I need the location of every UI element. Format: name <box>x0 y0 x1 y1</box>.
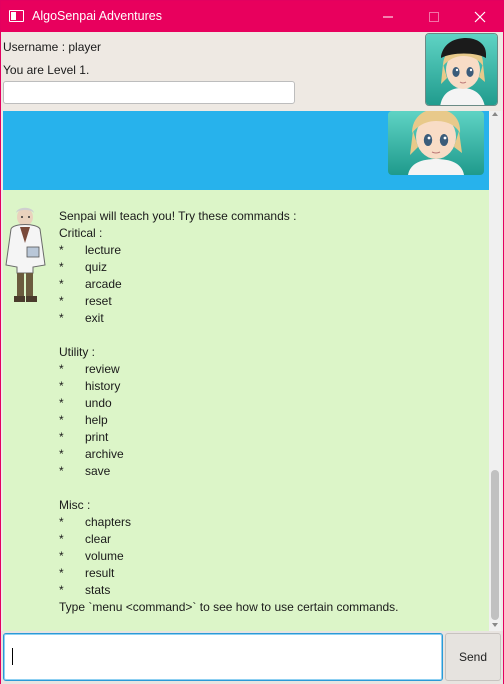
app-window: AlgoSenpai Adventures Username : player … <box>0 0 504 684</box>
command-list-item: * save <box>59 463 479 480</box>
bullet-marker: * <box>59 566 64 580</box>
section-heading: Misc : <box>59 498 91 512</box>
scroll-up-icon[interactable] <box>492 112 498 116</box>
chat-scroll-pane[interactable]: Senpai will teach you! Try these command… <box>3 111 501 631</box>
command-name: chapters <box>85 515 132 529</box>
command-name: volume <box>85 549 124 563</box>
bullet-marker: * <box>59 413 64 427</box>
maximize-button[interactable] <box>411 1 457 32</box>
user-message-avatar <box>388 111 484 175</box>
window-title: AlgoSenpai Adventures <box>32 9 162 23</box>
command-name: print <box>85 430 109 444</box>
command-name: undo <box>85 396 112 410</box>
close-icon <box>474 11 486 23</box>
command-list-item: * exit <box>59 310 479 327</box>
bullet-marker: * <box>59 379 64 393</box>
command-list-item: * quiz <box>59 259 479 276</box>
command-name: clear <box>85 532 112 546</box>
bullet-marker: * <box>59 260 64 274</box>
user-message-row <box>3 111 489 190</box>
command-name: reset <box>85 294 112 308</box>
bullet-marker: * <box>59 311 64 325</box>
username-label: Username : player <box>3 40 102 54</box>
send-button[interactable]: Send <box>445 633 501 681</box>
bullet-marker: * <box>59 447 64 461</box>
input-area: Send <box>1 631 503 684</box>
command-name: lecture <box>85 243 122 257</box>
command-list-item: * chapters <box>59 514 479 531</box>
command-list-item: * lecture <box>59 242 479 259</box>
maximize-icon <box>429 12 439 22</box>
command-list-item: * history <box>59 378 479 395</box>
bullet-marker: * <box>59 515 64 529</box>
bullet-marker: * <box>59 430 64 444</box>
command-list-item: * reset <box>59 293 479 310</box>
command-name: exit <box>85 311 104 325</box>
command-name: save <box>85 464 111 478</box>
senpai-message: Senpai will teach you! Try these command… <box>59 208 479 616</box>
bullet-marker: * <box>59 243 64 257</box>
command-list-item: * stats <box>59 582 479 599</box>
command-name: history <box>85 379 121 393</box>
section-heading: Utility : <box>59 345 95 359</box>
command-list-item: * print <box>59 429 479 446</box>
senpai-avatar <box>3 203 49 305</box>
minimize-icon <box>383 16 393 18</box>
close-button[interactable] <box>457 1 503 32</box>
command-list-item: * review <box>59 361 479 378</box>
command-list-item: * undo <box>59 395 479 412</box>
command-name: review <box>85 362 120 376</box>
level-progress-bar <box>3 81 295 104</box>
command-name: help <box>85 413 108 427</box>
app-icon <box>9 10 24 22</box>
bullet-marker: * <box>59 583 64 597</box>
bullet-marker: * <box>59 396 64 410</box>
command-name: result <box>85 566 115 580</box>
bullet-marker: * <box>59 532 64 546</box>
command-list-item: * help <box>59 412 479 429</box>
command-name: quiz <box>85 260 108 274</box>
command-list-item: * volume <box>59 548 479 565</box>
scroll-down-icon[interactable] <box>492 623 498 627</box>
command-list-item: * clear <box>59 531 479 548</box>
title-bar[interactable]: AlgoSenpai Adventures <box>1 1 503 32</box>
message-footer: Type `menu <command>` to see how to use … <box>59 600 399 614</box>
level-label: You are Level 1. <box>3 63 90 77</box>
senpai-message-row: Senpai will teach you! Try these command… <box>3 190 489 631</box>
bullet-marker: * <box>59 294 64 308</box>
command-list-item: * result <box>59 565 479 582</box>
text-caret <box>12 648 13 665</box>
command-list-item: * archive <box>59 446 479 463</box>
command-input[interactable] <box>3 633 443 681</box>
command-name: stats <box>85 583 111 597</box>
chat-scrollbar[interactable] <box>489 111 501 631</box>
bullet-marker: * <box>59 549 64 563</box>
section-heading: Critical : <box>59 226 103 240</box>
command-list-item: * arcade <box>59 276 479 293</box>
command-name: archive <box>85 447 124 461</box>
message-intro: Senpai will teach you! Try these command… <box>59 209 297 223</box>
bullet-marker: * <box>59 277 64 291</box>
scrollbar-thumb[interactable] <box>491 470 499 620</box>
command-name: arcade <box>85 277 122 291</box>
bullet-marker: * <box>59 464 64 478</box>
minimize-button[interactable] <box>365 1 411 32</box>
player-avatar <box>425 33 498 106</box>
bullet-marker: * <box>59 362 64 376</box>
player-info-header: Username : player You are Level 1. <box>1 32 503 111</box>
